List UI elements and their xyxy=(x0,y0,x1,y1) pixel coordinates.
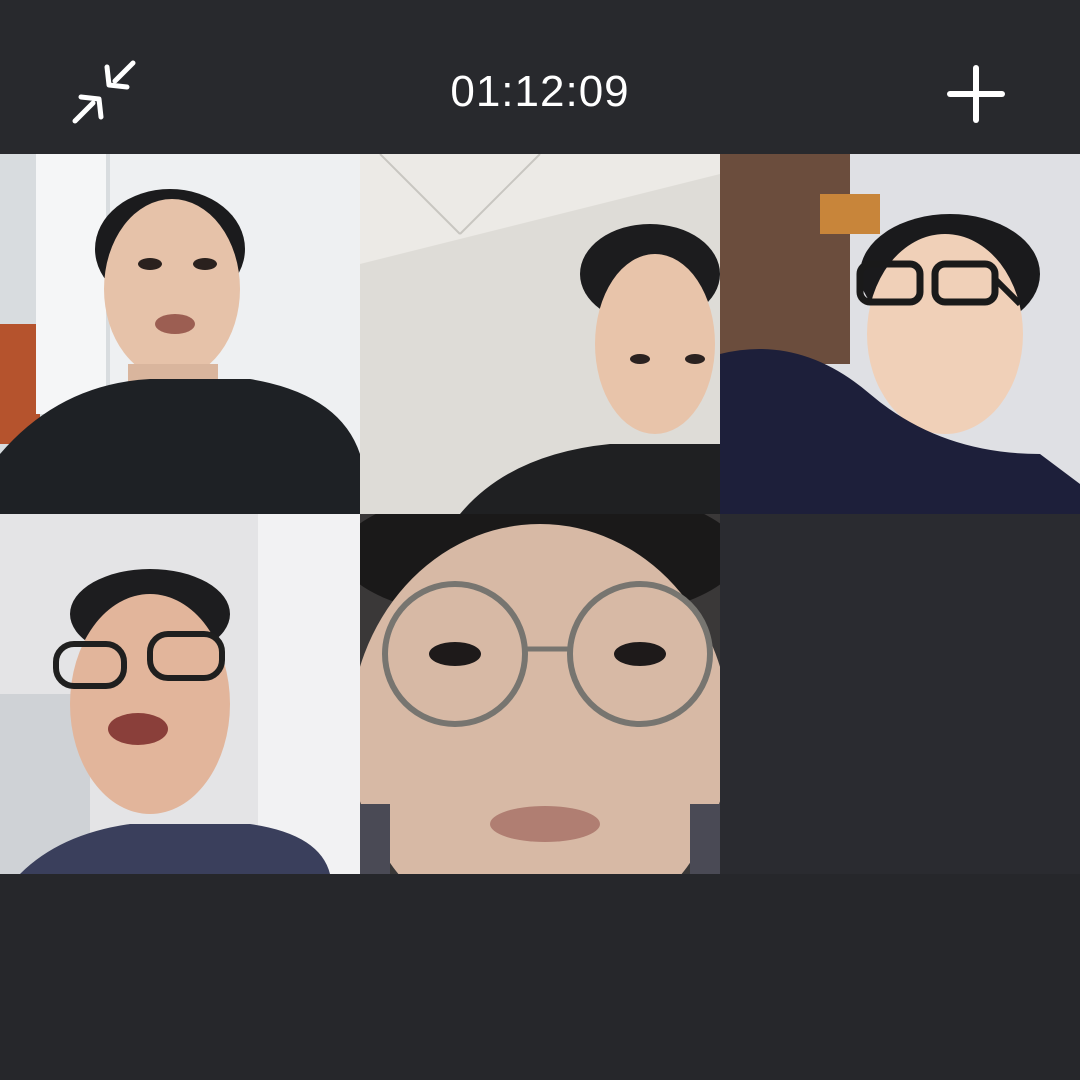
empty-participant-slot xyxy=(720,514,1080,874)
participant-video-frame xyxy=(720,154,1080,514)
participant-grid xyxy=(0,154,1080,874)
add-participant-button[interactable] xyxy=(940,58,1012,130)
plus-icon xyxy=(947,65,1005,123)
participant-video-tile[interactable] xyxy=(0,514,360,874)
participant-video-tile[interactable] xyxy=(360,514,720,874)
participant-video-tile[interactable] xyxy=(360,154,720,514)
participant-video-tile[interactable] xyxy=(720,154,1080,514)
participant-video-frame xyxy=(360,154,720,514)
participant-video-tile[interactable] xyxy=(0,154,360,514)
participant-video-frame xyxy=(0,514,360,874)
call-top-bar: 01:12:09 xyxy=(0,0,1080,154)
call-bottom-area xyxy=(0,874,1080,1080)
participant-video-frame xyxy=(0,154,360,514)
participant-video-frame xyxy=(360,514,720,874)
video-call-screen: 01:12:09 xyxy=(0,0,1080,1080)
call-timer: 01:12:09 xyxy=(450,67,630,116)
